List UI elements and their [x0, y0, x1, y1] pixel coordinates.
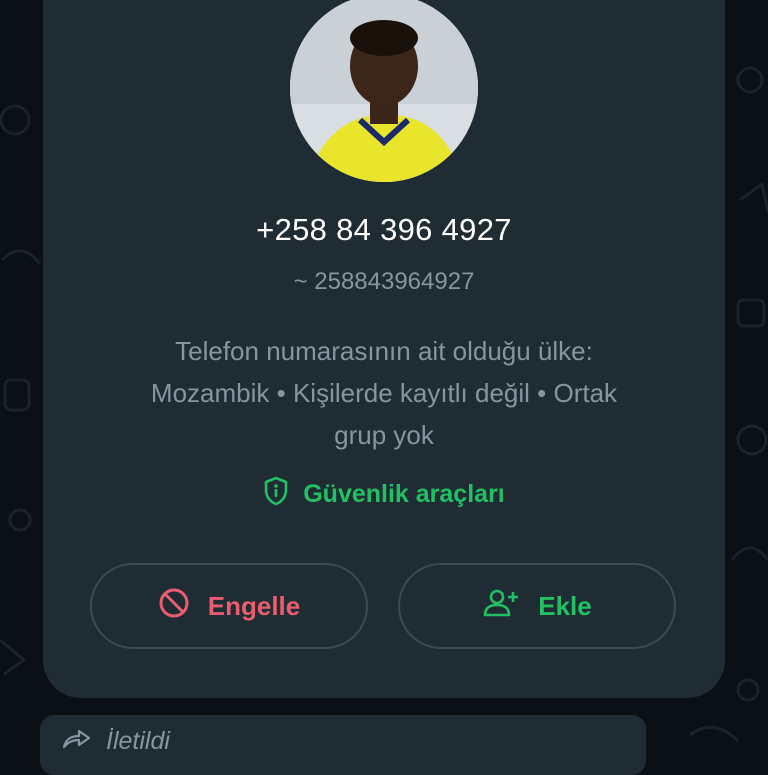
info-line-groups: grup yok: [334, 420, 434, 450]
forwarded-indicator: İletildi: [62, 727, 170, 756]
block-button-label: Engelle: [207, 590, 301, 621]
avatar[interactable]: [290, 0, 478, 182]
forwarded-label: İletildi: [106, 727, 170, 755]
profile-photo: [290, 0, 478, 182]
add-person-icon: [482, 588, 520, 625]
info-line-country: Telefon numarasının ait olduğu ülke:: [175, 336, 593, 366]
contact-pushname: ~ 258843964927: [293, 268, 475, 295]
info-line-status: Mozambik • Kişilerde kayıtlı değil • Ort…: [150, 378, 618, 408]
safety-tools-label: Güvenlik araçları: [303, 480, 505, 508]
add-contact-button[interactable]: Ekle: [398, 563, 676, 649]
safety-tools-link[interactable]: Güvenlik araçları: [0, 476, 768, 513]
forward-icon: [62, 727, 92, 756]
contact-phone-number: +258 84 396 4927: [256, 212, 512, 247]
block-icon: [158, 587, 190, 626]
add-contact-label: Ekle: [538, 590, 592, 621]
shield-icon: [263, 476, 289, 513]
block-button[interactable]: Engelle: [90, 563, 368, 649]
contact-info-text: Telefon numarasının ait olduğu ülke: Moz…: [110, 330, 658, 456]
